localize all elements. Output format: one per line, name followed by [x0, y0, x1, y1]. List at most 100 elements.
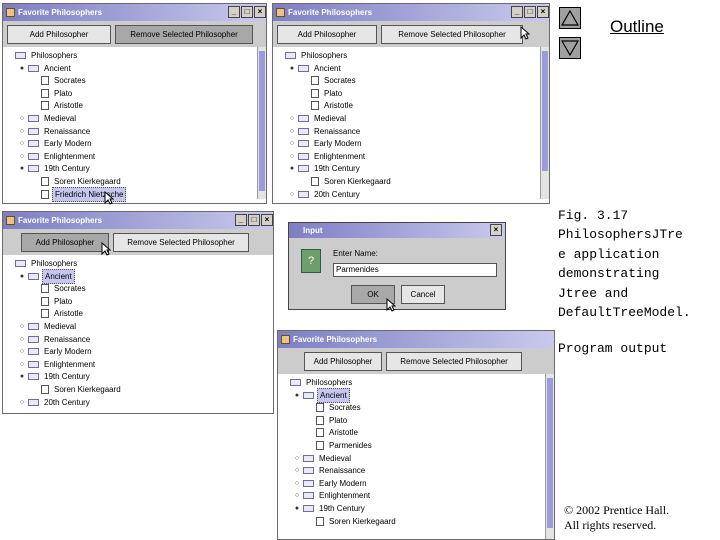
tree-leaf-node[interactable]: Plato [31, 87, 74, 100]
philosopher-tree[interactable]: Philosophers ● Ancient Socrates Plato Aristot… [278, 374, 554, 539]
window-title-bar[interactable]: Favorite Philosophers _ □ × [273, 4, 549, 21]
tree-folder-node[interactable]: ○ 20th Century [18, 200, 92, 203]
tree-leaf-node[interactable]: Plato [306, 414, 349, 427]
maximize-icon[interactable]: □ [241, 6, 253, 18]
tree-folder-node[interactable]: ● 19th Century [288, 162, 362, 175]
tree-leaf-node[interactable]: Soren Kierkegaard [31, 383, 123, 396]
tree-folder-node[interactable]: ● Ancient [18, 268, 75, 284]
expanded-handle-icon[interactable]: ● [288, 62, 296, 75]
vertical-scrollbar[interactable] [545, 374, 554, 539]
tree-leaf-node[interactable]: Socrates [31, 74, 88, 87]
remove-selected-philosopher-button[interactable]: Remove Selected Philosopher [113, 232, 249, 252]
close-icon[interactable]: × [537, 6, 549, 18]
collapsed-handle-icon[interactable]: ○ [293, 452, 301, 465]
collapsed-handle-icon[interactable]: ○ [288, 188, 296, 201]
tree-folder-node[interactable]: ○ Renaissance [18, 125, 92, 138]
tree-leaf-node[interactable]: Plato [31, 295, 74, 308]
tree-folder-node[interactable]: ○ Medieval [293, 452, 353, 465]
tree-leaf-node[interactable]: Plato [301, 87, 344, 100]
tree-folder-node[interactable]: ○ Enlightenment [18, 358, 97, 371]
dialog-title-bar[interactable]: Input × [289, 223, 505, 238]
expanded-handle-icon[interactable]: ● [18, 62, 26, 75]
philosopher-tree[interactable]: Philosophers ● Ancient Socrates Plato Aristot… [3, 47, 266, 203]
tree-folder-node[interactable]: ● 19th Century [18, 370, 92, 383]
window-title-bar[interactable]: Favorite Philosophers _ □ × [3, 4, 266, 21]
name-input[interactable]: Parmenides [333, 263, 497, 277]
collapsed-handle-icon[interactable]: ○ [18, 200, 26, 203]
collapsed-handle-icon[interactable]: ○ [293, 477, 301, 490]
tree-leaf-node[interactable]: Socrates [306, 401, 363, 414]
remove-selected-philosopher-button[interactable]: Remove Selected Philosopher [115, 24, 253, 44]
tree-folder-node[interactable]: ○ Medieval [288, 112, 348, 125]
remove-selected-philosopher-button[interactable]: Remove Selected Philosopher [386, 351, 522, 371]
expanded-handle-icon[interactable]: ● [18, 270, 26, 283]
outline-link[interactable]: Outline [610, 17, 664, 37]
expanded-handle-icon[interactable]: ● [293, 502, 301, 515]
tree-folder-node[interactable]: ○ Renaissance [293, 464, 367, 477]
tree-folder-node[interactable]: ○ 20th Century [288, 188, 362, 201]
close-icon[interactable]: × [490, 224, 502, 236]
collapsed-handle-icon[interactable]: ○ [18, 125, 26, 138]
philosopher-tree[interactable]: Philosophers ● Ancient Socrates Plato Aristot… [273, 47, 549, 203]
collapsed-handle-icon[interactable]: ○ [293, 464, 301, 477]
collapsed-handle-icon[interactable]: ○ [288, 125, 296, 138]
cancel-button[interactable]: Cancel [401, 285, 445, 304]
next-slide-button[interactable] [559, 37, 581, 59]
vertical-scrollbar[interactable] [540, 47, 549, 199]
tree-folder-node[interactable]: ○ Medieval [18, 320, 78, 333]
expanded-handle-icon[interactable]: ● [288, 162, 296, 175]
tree-folder-node[interactable]: Philosophers [275, 49, 349, 62]
minimize-icon[interactable]: _ [511, 6, 523, 18]
collapsed-handle-icon[interactable]: ○ [18, 320, 26, 333]
collapsed-handle-icon[interactable]: ○ [18, 396, 26, 409]
collapsed-handle-icon[interactable]: ○ [18, 345, 26, 358]
tree-folder-node[interactable]: ○ Early Modern [293, 477, 369, 490]
collapsed-handle-icon[interactable]: ○ [288, 112, 296, 125]
collapsed-handle-icon[interactable]: ○ [288, 150, 296, 163]
tree-leaf-node[interactable]: Socrates [301, 74, 358, 87]
maximize-icon[interactable]: □ [248, 214, 260, 226]
tree-folder-node[interactable]: ○ Enlightenment [18, 150, 97, 163]
tree-folder-node[interactable]: ○ Medieval [18, 112, 78, 125]
tree-folder-node[interactable]: ○ 20th Century [18, 396, 92, 409]
tree-folder-node[interactable]: ● Ancient [18, 62, 73, 75]
tree-leaf-node[interactable]: Socrates [31, 282, 88, 295]
tree-leaf-node[interactable]: Aristotle [306, 426, 360, 439]
tree-leaf-node[interactable]: Aristotle [301, 99, 355, 112]
collapsed-handle-icon[interactable]: ○ [18, 333, 26, 346]
tree-leaf-node[interactable]: Aristotle [31, 99, 85, 112]
maximize-icon[interactable]: □ [524, 6, 536, 18]
tree-folder-node[interactable]: ○ Renaissance [18, 333, 92, 346]
window-title-bar[interactable]: Favorite Philosophers _ □ × [3, 212, 273, 229]
add-philosopher-button[interactable]: Add Philosopher [304, 351, 382, 371]
tree-folder-node[interactable]: ● Ancient [288, 62, 343, 75]
remove-selected-philosopher-button[interactable]: Remove Selected Philosopher [381, 24, 523, 44]
tree-folder-node[interactable]: ○ Enlightenment [288, 150, 367, 163]
minimize-icon[interactable]: _ [235, 214, 247, 226]
previous-slide-button[interactable] [559, 7, 581, 29]
scrollbar-thumb[interactable] [547, 378, 553, 528]
scrollbar-thumb[interactable] [542, 51, 548, 171]
collapsed-handle-icon[interactable]: ○ [293, 489, 301, 502]
tree-folder-node[interactable]: ○ Renaissance [288, 125, 362, 138]
tree-folder-node[interactable]: ● 19th Century [293, 502, 367, 515]
collapsed-handle-icon[interactable]: ○ [18, 137, 26, 150]
tree-leaf-node[interactable]: Soren Kierkegaard [306, 515, 398, 528]
tree-folder-node[interactable]: ○ Early Modern [18, 345, 94, 358]
vertical-scrollbar[interactable] [257, 47, 266, 199]
add-philosopher-button[interactable]: Add Philosopher [277, 24, 377, 44]
tree-leaf-node[interactable]: Soren Kierkegaard [301, 175, 393, 188]
collapsed-handle-icon[interactable]: ○ [18, 112, 26, 125]
add-philosopher-button[interactable]: Add Philosopher [7, 24, 111, 44]
philosopher-tree[interactable]: Philosophers ● Ancient Socrates Plato Aristot… [3, 255, 273, 413]
tree-folder-node[interactable]: ○ Early Modern [288, 137, 364, 150]
close-icon[interactable]: × [254, 6, 266, 18]
collapsed-handle-icon[interactable]: ○ [18, 150, 26, 163]
scrollbar-thumb[interactable] [259, 51, 265, 191]
tree-folder-node[interactable]: Philosophers [5, 49, 79, 62]
close-icon[interactable]: × [261, 214, 273, 226]
tree-folder-node[interactable]: ● 19th Century [18, 162, 92, 175]
minimize-icon[interactable]: _ [228, 6, 240, 18]
expanded-handle-icon[interactable]: ● [18, 162, 26, 175]
tree-folder-node[interactable]: ● Ancient [293, 387, 350, 403]
